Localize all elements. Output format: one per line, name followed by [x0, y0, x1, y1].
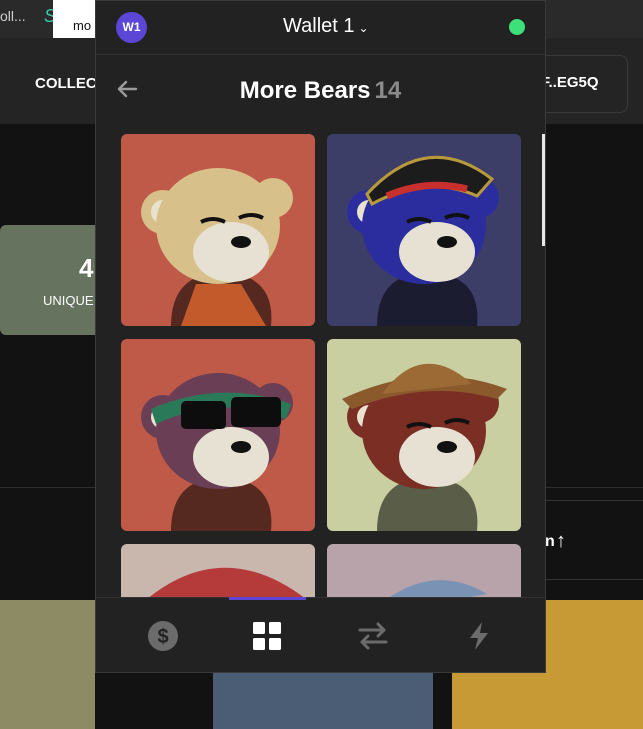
- tab-bar: $: [96, 597, 545, 672]
- nft-tile-bear-3[interactable]: [121, 339, 315, 531]
- bear-illustration: [327, 134, 521, 326]
- nft-tile-bear-4[interactable]: [327, 339, 521, 531]
- wallet-address-label: F..EG5Q: [541, 74, 599, 91]
- nav-collections-link[interactable]: COLLEC: [35, 75, 97, 92]
- scrollbar[interactable]: [542, 134, 545, 246]
- balance-tab[interactable]: $: [143, 616, 183, 656]
- nft-tile-bear-2[interactable]: [327, 134, 521, 326]
- wallet-selector[interactable]: Wallet 1 ⌄: [283, 15, 369, 38]
- active-tab-indicator: [229, 597, 306, 600]
- svg-text:$: $: [157, 626, 168, 648]
- bear-illustration: [121, 134, 315, 326]
- activity-tab[interactable]: [459, 616, 499, 656]
- swap-tab[interactable]: [353, 616, 393, 656]
- wallet-address-button[interactable]: F..EG5Q: [534, 55, 628, 113]
- lightning-icon: [470, 622, 488, 650]
- tooltip-text: mo: [73, 18, 92, 33]
- collection-name: More Bears: [239, 77, 371, 104]
- collection-title: More Bears 14: [96, 77, 545, 105]
- wallet-header: W1 Wallet 1 ⌄: [96, 1, 545, 55]
- wallet-popup: W1 Wallet 1 ⌄ More Bears 14 $: [95, 0, 546, 673]
- grid-icon: [253, 622, 281, 650]
- stat-value: 4: [79, 253, 94, 283]
- swap-icon: [358, 622, 388, 650]
- background-nft-thumbnail[interactable]: [0, 600, 95, 729]
- nft-tile-bear-1[interactable]: [121, 134, 315, 326]
- arrow-up-icon: ↑: [556, 530, 566, 552]
- browser-tab-label[interactable]: oll...: [0, 8, 26, 24]
- bear-illustration: [121, 339, 315, 531]
- sort-label: n: [545, 533, 555, 550]
- bear-illustration: [327, 339, 521, 531]
- wallet-name: Wallet 1: [283, 15, 355, 37]
- wallet-avatar[interactable]: W1: [116, 12, 147, 43]
- collectibles-tab[interactable]: [247, 616, 287, 656]
- collection-count: 14: [374, 77, 402, 104]
- chevron-down-icon: ⌄: [358, 21, 369, 35]
- stat-label: UNIQUE: [43, 293, 94, 308]
- connection-status-icon: [509, 19, 525, 35]
- dollar-icon: $: [148, 621, 178, 651]
